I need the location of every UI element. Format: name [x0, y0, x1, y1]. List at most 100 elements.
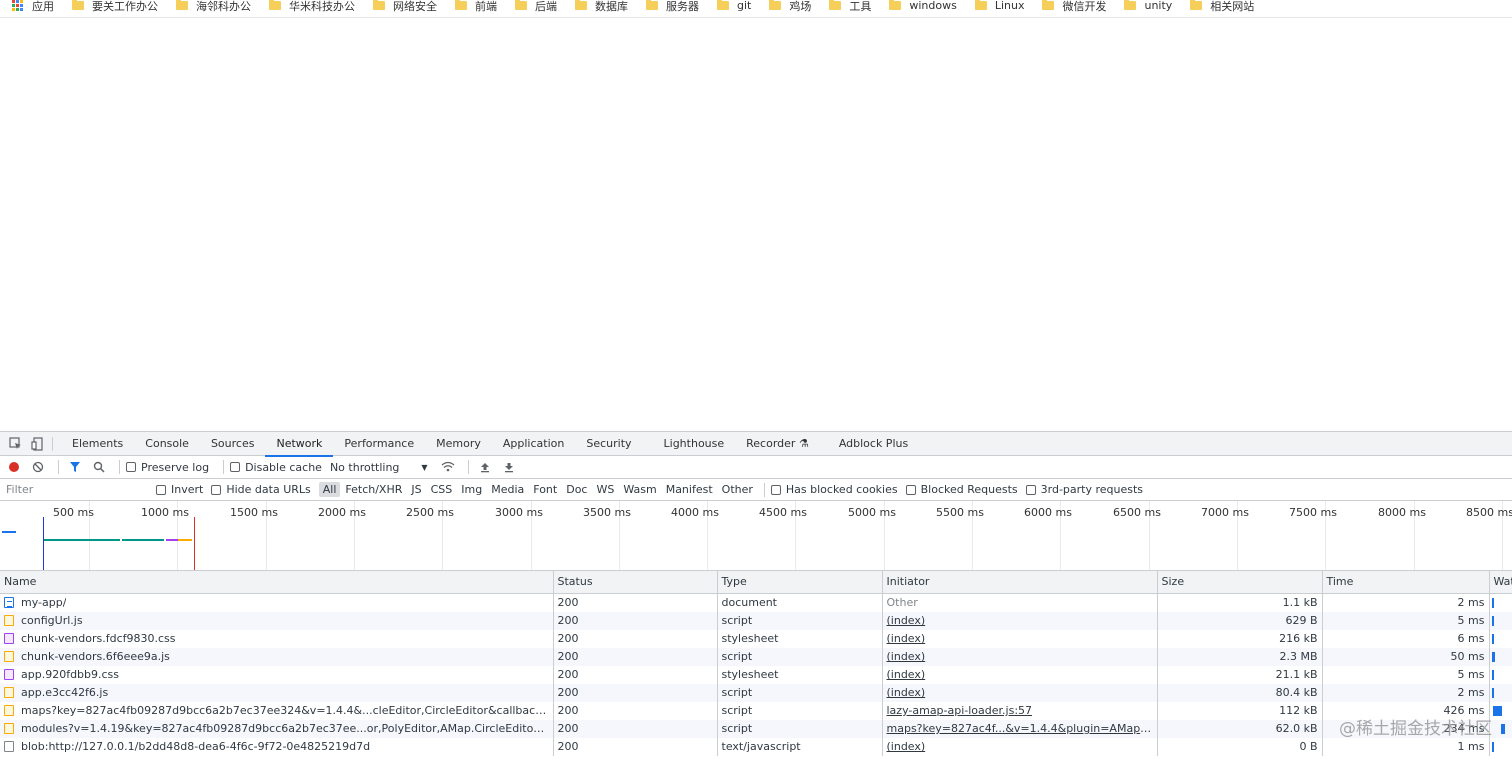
bookmark-folder[interactable]: 华米科技办公 — [269, 0, 355, 14]
tab-recorder[interactable]: Recorder ⚗ — [735, 432, 820, 456]
column-header-status[interactable]: Status — [553, 571, 718, 594]
column-header-size[interactable]: Size — [1157, 571, 1323, 594]
table-row[interactable]: blob:http://127.0.0.1/b2dd48d8-dea6-4f6c… — [0, 737, 1512, 756]
initiator-link[interactable]: (index) — [887, 650, 926, 663]
bookmark-folder[interactable]: windows — [889, 0, 957, 14]
tab-application[interactable]: Application — [492, 432, 575, 456]
tab-performance[interactable]: Performance — [333, 432, 425, 456]
tab-elements[interactable]: Elements — [61, 432, 134, 456]
cell-initiator[interactable]: (index) — [882, 647, 1158, 666]
checkbox-box[interactable] — [770, 484, 781, 495]
bookmark-folder[interactable]: 数据库 — [575, 0, 628, 14]
initiator-link[interactable]: (index) — [887, 686, 926, 699]
type-filter-manifest[interactable]: Manifest — [662, 482, 717, 497]
initiator-link[interactable]: (index) — [887, 740, 926, 753]
filter-input[interactable]: Filter — [2, 480, 148, 499]
third-party-checkbox[interactable]: 3rd-party requests — [1025, 483, 1143, 496]
initiator-link[interactable]: (index) — [887, 632, 926, 645]
cell-name[interactable]: maps?key=827ac4fb09287d9bcc6a2b7ec37ee32… — [0, 701, 554, 720]
search-icon[interactable] — [89, 457, 109, 477]
table-row[interactable]: app.920fdbb9.css 200 stylesheet (index) 21.1… — [0, 665, 1512, 684]
cell-name[interactable]: chunk-vendors.fdcf9830.css — [0, 629, 554, 648]
hide-data-urls-checkbox[interactable]: Hide data URLs — [211, 483, 311, 496]
blocked-requests-checkbox[interactable]: Blocked Requests — [905, 483, 1018, 496]
clear-button[interactable] — [28, 457, 48, 477]
type-filter-js[interactable]: JS — [407, 482, 425, 497]
bookmark-folder[interactable]: 相关网站 — [1190, 0, 1254, 14]
checkbox-box[interactable] — [1025, 484, 1036, 495]
bookmark-folder[interactable]: git — [717, 0, 751, 14]
tab-console[interactable]: Console — [134, 432, 200, 456]
tab-sources[interactable]: Sources — [200, 432, 266, 456]
cell-initiator[interactable]: (index) — [882, 665, 1158, 684]
device-toolbar-icon[interactable] — [30, 436, 44, 451]
bookmark-folder[interactable]: 网络安全 — [373, 0, 437, 14]
initiator-link[interactable]: maps?key=827ac4f...&v=1.4.4&plugin=AMap.… — [887, 722, 1157, 735]
table-row[interactable]: modules?v=1.4.19&key=827ac4fb09287d9bcc6… — [0, 719, 1512, 738]
type-filter-other[interactable]: Other — [718, 482, 757, 497]
tab-security[interactable]: Security — [575, 432, 642, 456]
cell-name[interactable]: chunk-vendors.6f6eee9a.js — [0, 647, 554, 666]
disable-cache-checkbox[interactable]: Disable cache — [230, 461, 322, 474]
invert-checkbox[interactable]: Invert — [156, 483, 203, 496]
type-filter-all[interactable]: All — [318, 482, 341, 497]
inspect-element-icon[interactable] — [8, 437, 22, 451]
upload-har-icon[interactable] — [475, 457, 495, 477]
bookmark-folder[interactable]: 鸡场 — [769, 0, 811, 14]
type-filter-img[interactable]: Img — [457, 482, 486, 497]
checkbox-box[interactable] — [230, 462, 241, 472]
cell-initiator[interactable]: (index) — [882, 611, 1158, 630]
download-har-icon[interactable] — [499, 457, 519, 477]
checkbox-box[interactable] — [211, 484, 222, 495]
bookmark-folder[interactable]: unity — [1124, 0, 1172, 14]
type-filter-wasm[interactable]: Wasm — [619, 482, 660, 497]
checkbox-box[interactable] — [156, 484, 166, 495]
initiator-link[interactable]: (index) — [887, 668, 926, 681]
bookmark-folder[interactable]: Linux — [974, 0, 1024, 14]
cell-name[interactable]: blob:http://127.0.0.1/b2dd48d8-dea6-4f6c… — [0, 737, 554, 756]
tab-lighthouse[interactable]: Lighthouse — [653, 432, 736, 456]
cell-name[interactable]: my-app/ — [0, 593, 554, 612]
cell-name[interactable]: configUrl.js — [0, 611, 554, 630]
type-filter-fetch-xhr[interactable]: Fetch/XHR — [341, 482, 406, 497]
type-filter-font[interactable]: Font — [529, 482, 561, 497]
preserve-log-checkbox[interactable]: Preserve log — [126, 461, 209, 474]
table-row[interactable]: chunk-vendors.6f6eee9a.js 200 script (index… — [0, 647, 1512, 666]
type-filter-media[interactable]: Media — [487, 482, 528, 497]
bookmark-folder[interactable]: 服务器 — [646, 0, 699, 14]
network-overview-timeline[interactable]: 500 ms 1000 ms 1500 ms 2000 ms 2500 ms 3000 m… — [0, 501, 1512, 571]
initiator-link[interactable]: (index) — [887, 614, 926, 627]
type-filter-ws[interactable]: WS — [592, 482, 618, 497]
cell-initiator[interactable]: (index) — [882, 737, 1158, 756]
bookmark-apps[interactable]: 应用 — [12, 0, 54, 14]
column-header-initiator[interactable]: Initiator — [882, 571, 1158, 594]
cell-initiator[interactable]: maps?key=827ac4f...&v=1.4.4&plugin=AMap.… — [882, 719, 1158, 738]
cell-initiator[interactable]: (index) — [882, 629, 1158, 648]
table-row[interactable]: app.e3cc42f6.js 200 script (index) 80.4 kB 2 … — [0, 683, 1512, 702]
cell-initiator[interactable]: lazy-amap-api-loader.js:57 — [882, 701, 1158, 720]
table-row[interactable]: maps?key=827ac4fb09287d9bcc6a2b7ec37ee32… — [0, 701, 1512, 720]
tab-network[interactable]: Network — [265, 432, 334, 457]
column-header-type[interactable]: Type — [717, 571, 883, 594]
checkbox-box[interactable] — [126, 462, 136, 472]
bookmark-folder[interactable]: 前端 — [455, 0, 497, 14]
tab-memory[interactable]: Memory — [425, 432, 492, 456]
bookmark-folder[interactable]: 微信开发 — [1042, 0, 1106, 14]
bookmark-folder[interactable]: 后端 — [515, 0, 557, 14]
has-blocked-cookies-checkbox[interactable]: Has blocked cookies — [770, 483, 898, 496]
cell-name[interactable]: modules?v=1.4.19&key=827ac4fb09287d9bcc6… — [0, 719, 554, 738]
tab-adblock-plus[interactable]: Adblock Plus — [828, 432, 919, 456]
column-header-name[interactable]: Name — [0, 571, 554, 594]
bookmark-folder[interactable]: 要关工作办公 — [72, 0, 158, 14]
type-filter-doc[interactable]: Doc — [562, 482, 591, 497]
filter-icon[interactable] — [65, 457, 85, 477]
table-row[interactable]: my-app/200 document Other 1.1 kB 2 ms — [0, 593, 1512, 612]
bookmark-folder[interactable]: 海邻科办公 — [176, 0, 251, 14]
cell-initiator[interactable]: (index) — [882, 683, 1158, 702]
initiator-link[interactable]: lazy-amap-api-loader.js:57 — [887, 704, 1033, 717]
type-filter-css[interactable]: CSS — [427, 482, 457, 497]
table-row[interactable]: configUrl.js 200 script (index) 629 B5 ms — [0, 611, 1512, 630]
cell-name[interactable]: app.e3cc42f6.js — [0, 683, 554, 702]
table-row[interactable]: chunk-vendors.fdcf9830.css 200 stylesheet (… — [0, 629, 1512, 648]
cell-name[interactable]: app.920fdbb9.css — [0, 665, 554, 684]
